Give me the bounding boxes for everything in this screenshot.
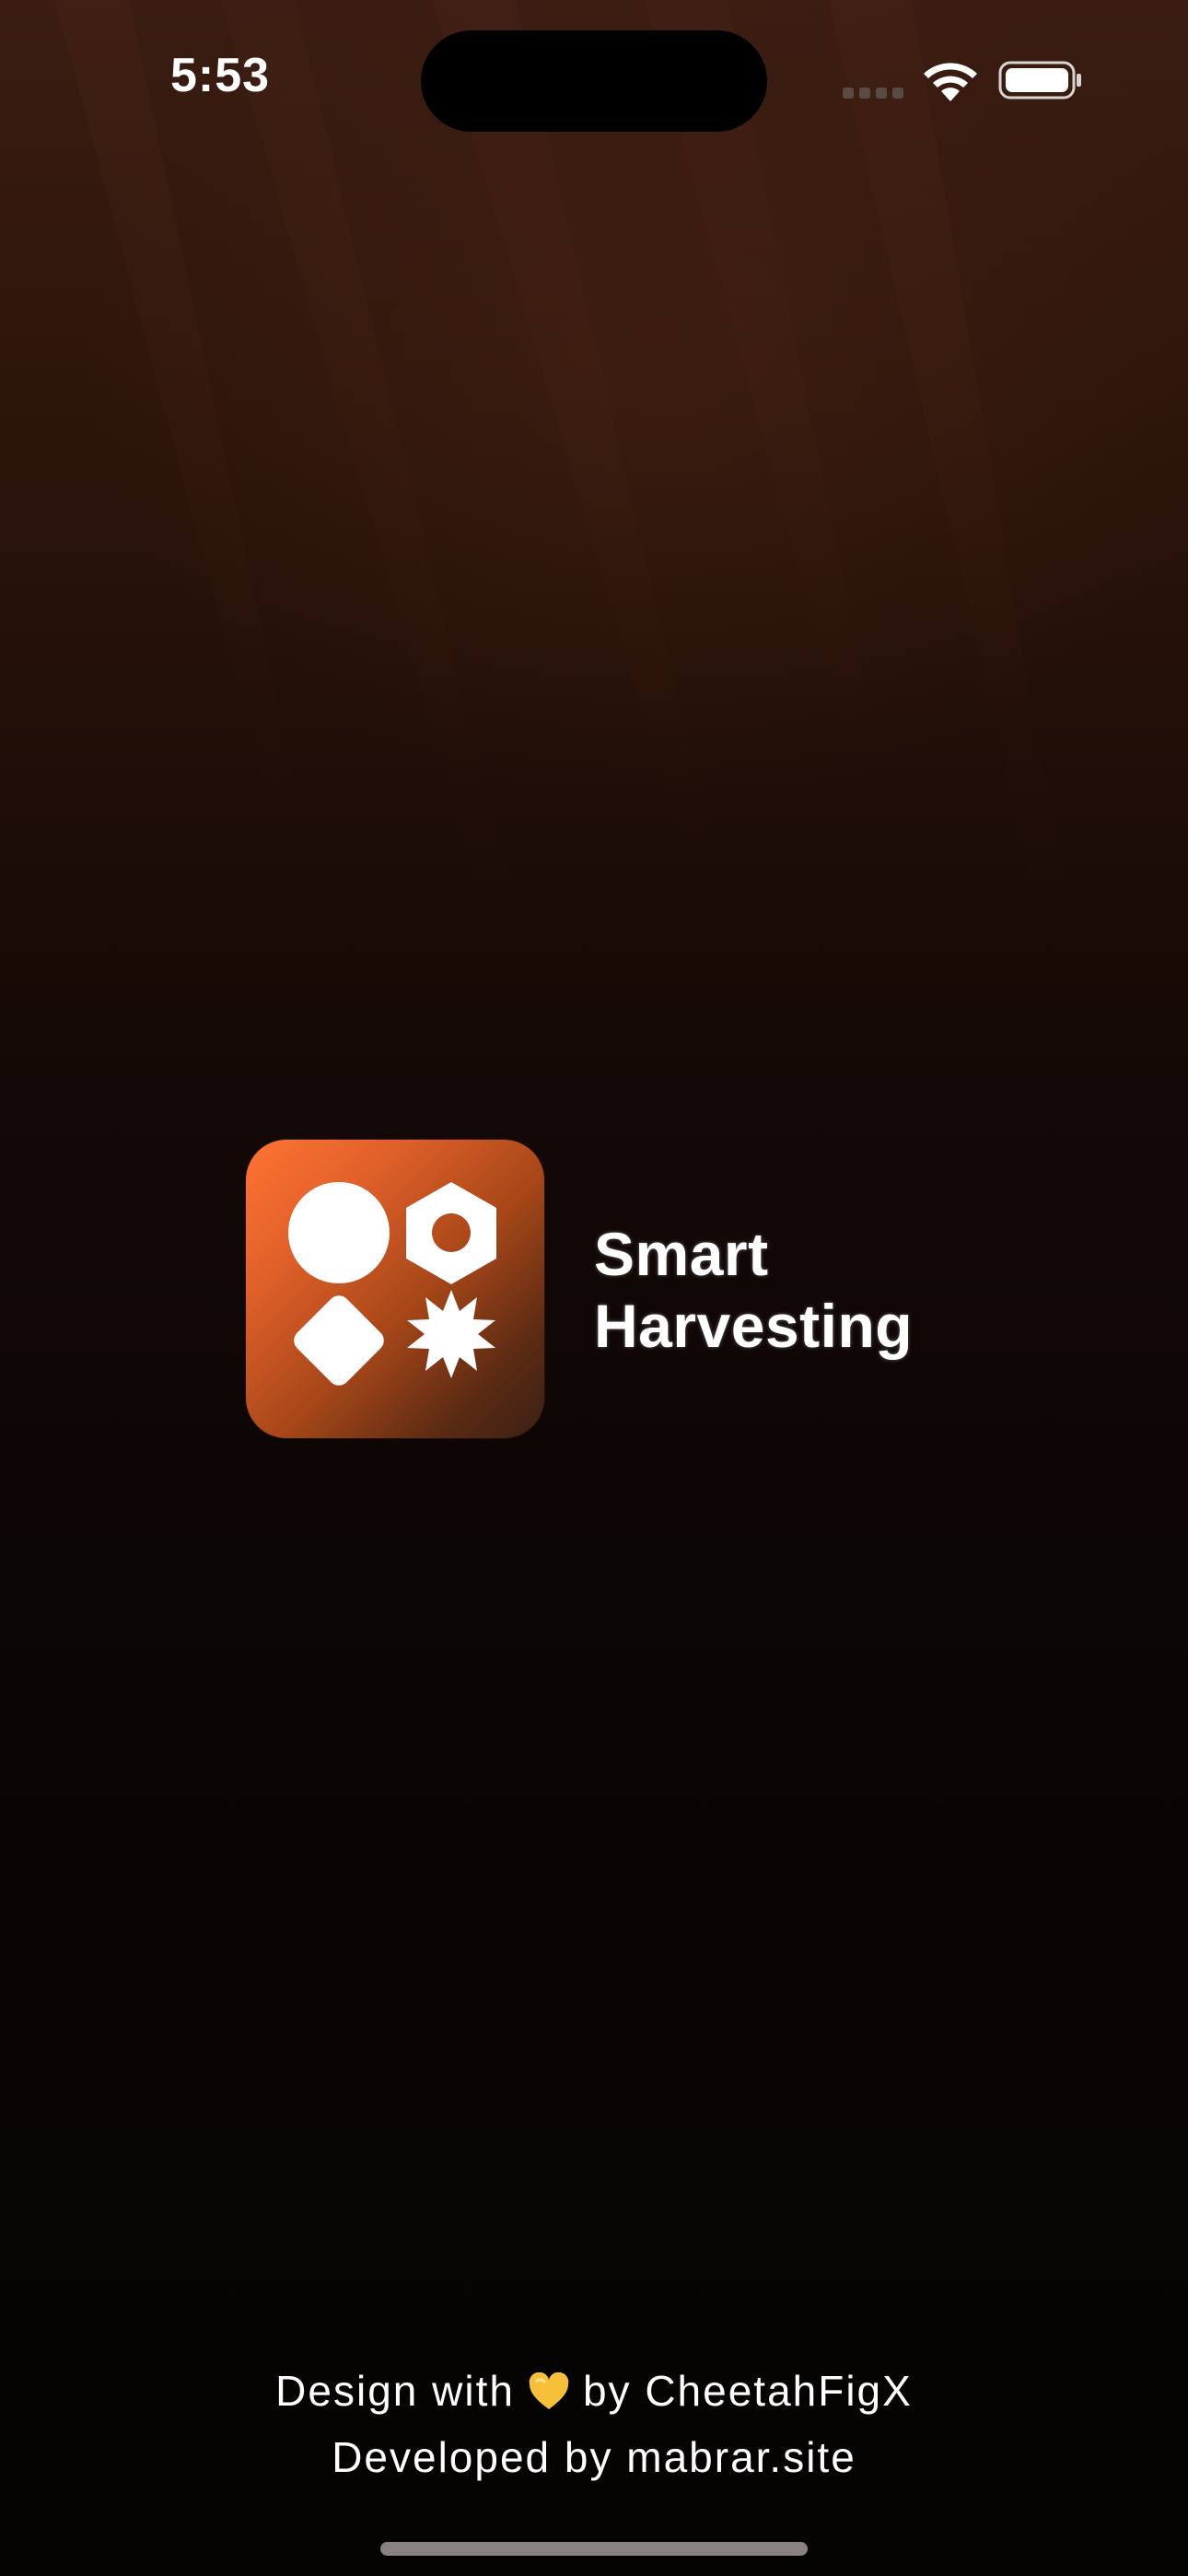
cellular-signal-icon — [843, 88, 903, 99]
dynamic-island — [421, 30, 767, 132]
app-name-line-2: Harvesting — [594, 1292, 914, 1360]
diamond-icon — [294, 1295, 384, 1386]
design-credit-prefix: Design with — [275, 2367, 515, 2415]
design-credit: Design with by CheetahFigX — [0, 2366, 1188, 2416]
starburst-icon — [407, 1290, 495, 1378]
design-credit-suffix: by CheetahFigX — [582, 2367, 913, 2415]
status-time: 5:53 — [170, 49, 271, 102]
yellow-heart-icon — [529, 2372, 569, 2409]
battery-icon — [998, 61, 1081, 100]
developer-credit: Developed by mabrar.site — [332, 2433, 856, 2481]
app-name: Smart Harvesting — [594, 1218, 913, 1362]
app-name-line-1: Smart — [594, 1220, 769, 1288]
wifi-icon — [924, 63, 977, 101]
hex-nut-icon — [406, 1182, 496, 1284]
app-logo — [246, 1140, 544, 1438]
light-streaks — [55, 0, 1068, 921]
splash-screen: 5:53 Smart Harvesting Design with by Chee… — [0, 0, 1188, 2576]
circle-icon — [288, 1182, 390, 1283]
home-indicator[interactable] — [380, 2542, 808, 2556]
